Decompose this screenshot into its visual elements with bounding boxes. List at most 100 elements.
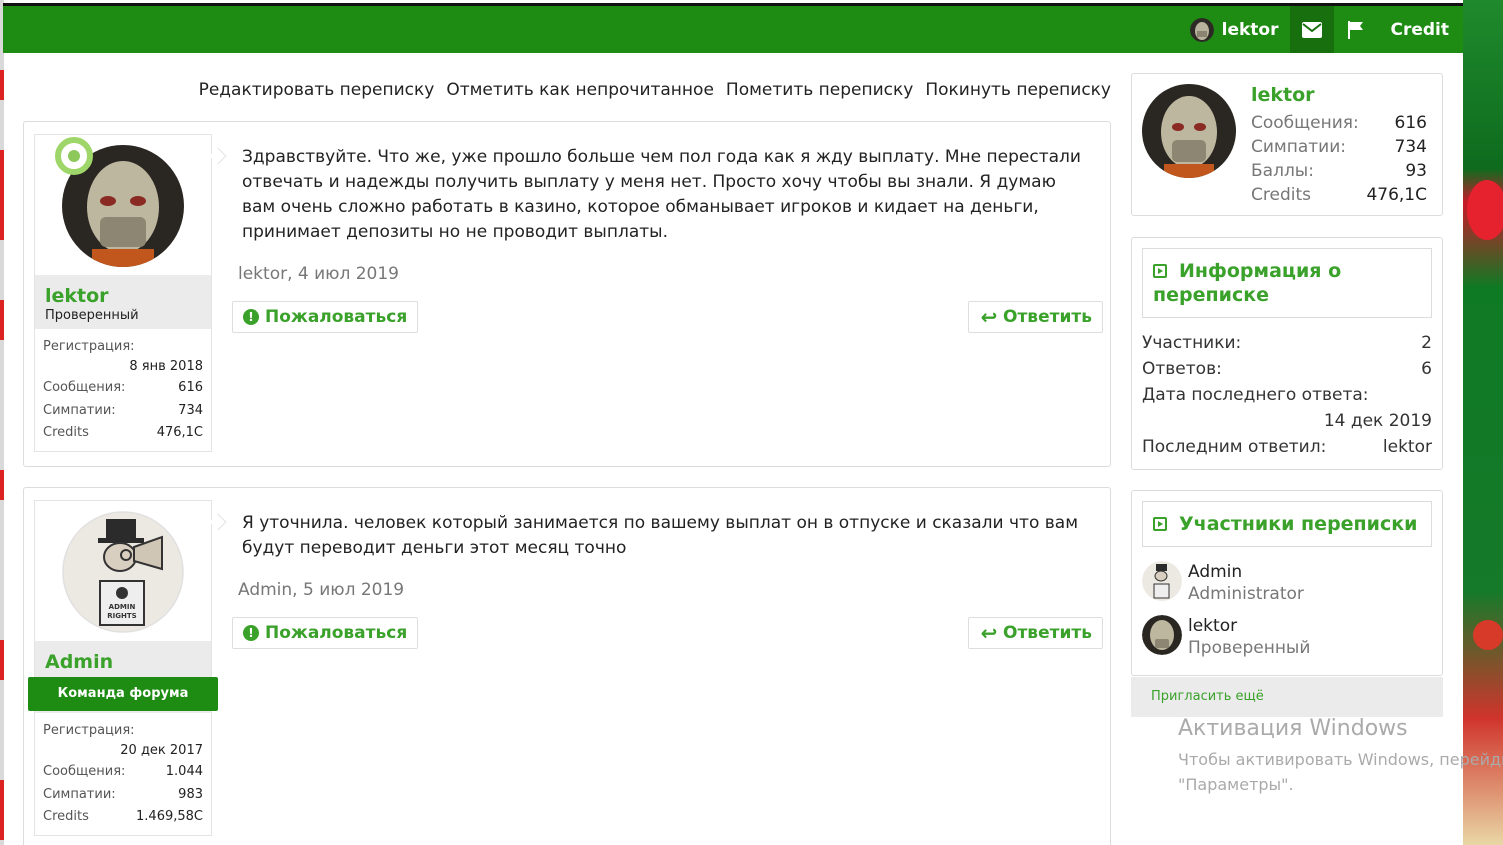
top-navigation-bar: lektor Credit [3,3,1463,53]
participants-value: 2 [1421,333,1432,353]
credits-label: Credits [43,425,89,440]
edit-conversation-link[interactable]: Редактировать переписку [199,80,435,100]
replies-label: Ответов: [1142,359,1222,379]
credits-value: 1.469,58C [136,809,203,824]
participant-title: Проверенный [1188,638,1311,658]
left-edge-decoration [0,0,4,845]
user-stats: Регистрация: 8 янв 2018 Сообщения: 616 Си… [35,329,211,451]
sidebar-user-stats: Сообщения: 616 Симпатии: 734 Баллы: 93 Cred… [1251,111,1427,207]
posts-label: Сообщения: [43,764,126,779]
watermark-title: Активация Windows [1178,716,1408,741]
bubble-pointer [209,147,227,165]
inbox-button[interactable] [1290,6,1335,53]
user-name-area: lektor Проверенный [35,275,211,329]
reg-label: Регистрация: [43,339,135,354]
play-square-icon [1153,264,1167,278]
likes-value: 734 [1394,137,1427,157]
account-menu[interactable]: lektor [1178,6,1291,53]
sidebar-profile: lektor Сообщения: 616 Симпатии: 734 Баллы:… [1131,73,1443,216]
sidebar-participants: Участники переписки Admin Administrator … [1131,490,1443,676]
avatar-area [35,135,211,275]
star-conversation-link[interactable]: Пометить переписку [726,80,913,100]
last-by-value[interactable]: lektor [1383,434,1432,460]
alerts-button[interactable] [1334,6,1378,53]
posts-value[interactable]: 616 [178,377,203,400]
credits-value: 476,1C [156,425,203,440]
participant-item[interactable]: lektor Проверенный [1142,615,1310,659]
likes-value: 983 [178,786,203,802]
account-username: lektor [1221,19,1279,40]
message-text: Я уточнила. человек который занимается п… [242,513,1079,558]
message-username[interactable]: lektor [45,285,201,307]
likes-label: Симпатии: [43,786,116,802]
last-by-label: Последним ответил: [1142,437,1327,457]
reg-label: Регистрация: [43,723,135,738]
reg-value: 20 дек 2017 [120,743,203,758]
envelope-icon [1302,21,1323,38]
participant-name[interactable]: Admin [1188,561,1304,583]
participant-avatar[interactable] [1142,561,1182,601]
watermark-line2: "Параметры". [1178,775,1294,794]
reg-value: 8 янв 2018 [129,359,203,374]
posts-value[interactable]: 1.044 [166,761,203,784]
reply-label: Ответить [1003,623,1092,643]
likes-value: 734 [178,402,203,418]
message-text: Здравствуйте. Что же, уже прошло больше … [242,147,1081,242]
conversation-actions: Редактировать переписку Отметить как неп… [199,80,1111,100]
points-label: Баллы: [1251,161,1314,181]
block-title: Информация о переписке [1153,260,1342,306]
likes-label: Симпатии: [43,402,116,418]
participant-name[interactable]: lektor [1188,615,1310,637]
user-avatar [1189,17,1214,42]
windows-activation-watermark: Активация Windows Чтобы активировать Win… [1178,716,1503,797]
message-user-info: ADMIN RIGHTS Admin Команда форума Регист… [28,500,218,836]
last-date-value: 14 дек 2019 [1323,411,1432,431]
message-user-info: lektor Проверенный Регистрация: 8 янв 20… [34,134,212,452]
invite-more-link[interactable]: Пригласить ещё [1131,677,1443,717]
report-button[interactable]: ! Пожаловаться [232,617,419,649]
participant-item[interactable]: Admin Administrator [1142,561,1304,605]
message-meta[interactable]: Admin, 5 июл 2019 [238,580,404,600]
points-value[interactable]: 93 [1405,159,1427,183]
credits-label: Credits [43,809,89,824]
message: lektor Проверенный Регистрация: 8 янв 20… [23,121,1111,467]
posts-value[interactable]: 616 [1395,111,1427,135]
message-username[interactable]: Admin [45,651,201,673]
message-meta[interactable]: lektor, 4 июл 2019 [238,264,399,284]
user-stats: Регистрация: 20 дек 2017 Сообщения: 1.044… [35,713,211,835]
credits-value: 476,1C [1366,185,1427,205]
reply-label: Ответить [1003,307,1092,327]
report-label: Пожаловаться [265,623,408,643]
avatar-area: ADMIN RIGHTS [35,501,211,641]
svg-text:ADMIN: ADMIN [109,603,136,611]
watermark-line1: Чтобы активировать Windows, перейдите [1178,750,1503,769]
svg-text:RIGHTS: RIGHTS [107,612,136,620]
report-label: Пожаловаться [265,307,408,327]
mark-unread-link[interactable]: Отметить как непрочитанное [446,80,714,100]
block-header: Участники переписки [1142,501,1432,547]
reply-button[interactable]: ↩ Ответить [968,301,1103,333]
reply-arrow-icon: ↩ [980,305,998,329]
likes-label: Симпатии: [1251,137,1347,157]
exclamation-icon: ! [243,625,259,641]
block-title: Участники переписки [1179,513,1418,535]
avatar[interactable]: ADMIN RIGHTS [62,511,184,633]
sidebar-username[interactable]: lektor [1251,84,1315,106]
credits-label: Credits [1251,185,1311,205]
reply-arrow-icon: ↩ [980,621,998,645]
participant-avatar[interactable] [1142,615,1182,655]
leave-conversation-link[interactable]: Покинуть переписку [925,80,1111,100]
report-button[interactable]: ! Пожаловаться [232,301,419,333]
flag-icon [1348,20,1364,39]
user-nav: lektor Credit [1178,6,1463,53]
info-rows: Участники: 2 Ответов: 6 Дата последнего от… [1142,330,1432,460]
posts-label: Сообщения: [1251,113,1359,133]
sidebar-avatar[interactable] [1142,84,1236,178]
exclamation-icon: ! [243,309,259,325]
reply-button[interactable]: ↩ Ответить [968,617,1103,649]
participants-label: Участники: [1142,333,1242,353]
credit-link[interactable]: Credit [1378,20,1463,40]
message: ADMIN RIGHTS Admin Команда форума Регист… [23,487,1111,845]
bubble-pointer [209,513,227,531]
online-indicator-icon [55,137,93,175]
